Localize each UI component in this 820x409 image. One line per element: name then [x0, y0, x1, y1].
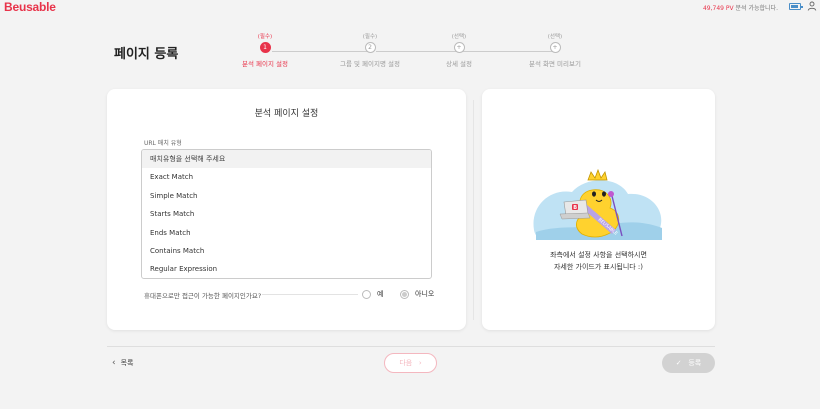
- radio-yes[interactable]: 예: [362, 289, 383, 299]
- next-button[interactable]: 다음 ›: [384, 353, 437, 373]
- mobile-only-question: 휴대폰으로만 접근이 가능한 페이지인가요?: [144, 292, 262, 300]
- next-label: 다음: [399, 359, 413, 367]
- chevron-right-icon: ›: [414, 359, 422, 367]
- dropdown-option-exact-match[interactable]: Exact Match: [142, 168, 431, 186]
- back-to-list-button[interactable]: ‹ 목록: [112, 358, 134, 368]
- guide-message: 좌측에서 설정 사항을 선택하시면 자세한 가이드가 표시됩니다 :): [482, 249, 715, 273]
- step-tag: (필수): [257, 34, 273, 40]
- laptop-badge-text: B: [573, 205, 577, 211]
- radio-no[interactable]: 아니오: [400, 289, 434, 299]
- step-detail-settings[interactable]: (선택) + 상세 설정: [424, 33, 494, 68]
- register-label: 등록: [688, 359, 702, 367]
- dropdown-option-starts-match[interactable]: Starts Match: [142, 205, 431, 223]
- dropdown-option-ends-match[interactable]: Ends Match: [142, 224, 431, 242]
- check-icon: ✓: [675, 359, 687, 367]
- app-logo[interactable]: Beusable: [4, 0, 56, 14]
- pv-count: 49,749 PV: [702, 5, 734, 12]
- step-group-page-name[interactable]: (필수) 2 그룹 및 페이지명 설정: [335, 33, 405, 68]
- top-bar: Beusable 49,749 PV 분석 가능합니다.: [0, 0, 820, 14]
- back-label: 목록: [120, 359, 134, 367]
- step-tag: (선택): [451, 34, 467, 40]
- step-number: 1: [259, 42, 271, 53]
- step-name: 분석 화면 미리보기: [529, 60, 581, 68]
- analysis-settings-card: 분석 페이지 설정 URL 매치 유형 매치유형을 선택해 주세요 Exact …: [107, 89, 466, 330]
- radio-no-label: 아니오: [415, 290, 435, 298]
- step-number: 2: [364, 42, 376, 53]
- pv-status: 49,749 PV 분석 가능합니다.: [703, 3, 778, 12]
- panel-divider: [473, 100, 474, 320]
- page-title: 페이지 등록: [114, 47, 179, 62]
- url-match-label: URL 매치 유형: [144, 140, 182, 147]
- dropdown-option-placeholder[interactable]: 매치유형을 선택해 주세요: [142, 150, 431, 169]
- plus-icon: +: [453, 42, 465, 53]
- card-title: 분석 페이지 설정: [254, 109, 319, 119]
- radio-yes-label: 예: [377, 290, 384, 298]
- step-name: 그룹 및 페이지명 설정: [339, 60, 401, 68]
- step-preview[interactable]: (선택) + 분석 화면 미리보기: [520, 33, 590, 68]
- radio-no-circle[interactable]: [400, 289, 409, 299]
- radio-yes-circle[interactable]: [362, 289, 371, 299]
- pv-suffix: 분석 가능합니다.: [735, 5, 778, 12]
- chevron-left-icon: ‹: [112, 358, 116, 368]
- dropdown-option-simple-match[interactable]: Simple Match: [142, 187, 431, 205]
- mascot-illustration: BEUSABLE B: [533, 168, 662, 240]
- footer-divider: [107, 346, 715, 347]
- user-icon[interactable]: [807, 1, 817, 11]
- register-button[interactable]: ✓ 등록: [662, 353, 715, 373]
- guide-line-1: 좌측에서 설정 사항을 선택하시면: [550, 251, 647, 259]
- step-tag: (선택): [547, 34, 563, 40]
- step-name: 상세 설정: [446, 60, 472, 68]
- dropdown-option-contains-match[interactable]: Contains Match: [142, 242, 431, 260]
- guide-line-2: 자세한 가이드가 표시됩니다 :): [553, 263, 644, 271]
- url-match-dropdown[interactable]: 매치유형을 선택해 주세요 Exact Match Simple Match S…: [141, 149, 432, 279]
- step-name: 분석 페이지 설정: [242, 60, 288, 68]
- step-progress: (필수) 1 분석 페이지 설정 (필수) 2 그룹 및 페이지명 설정 (선택…: [232, 33, 592, 73]
- battery-icon[interactable]: [789, 3, 803, 10]
- step-tag: (필수): [362, 34, 378, 40]
- dropdown-option-regular-expression[interactable]: Regular Expression: [142, 260, 431, 278]
- plus-icon: +: [549, 42, 561, 53]
- step-analysis-page[interactable]: (필수) 1 분석 페이지 설정: [230, 33, 300, 68]
- guide-card: BEUSABLE B 좌측에서 설정 사항을 선택하시면 자세한 가이드가 표시…: [482, 89, 715, 330]
- divider: [262, 294, 358, 295]
